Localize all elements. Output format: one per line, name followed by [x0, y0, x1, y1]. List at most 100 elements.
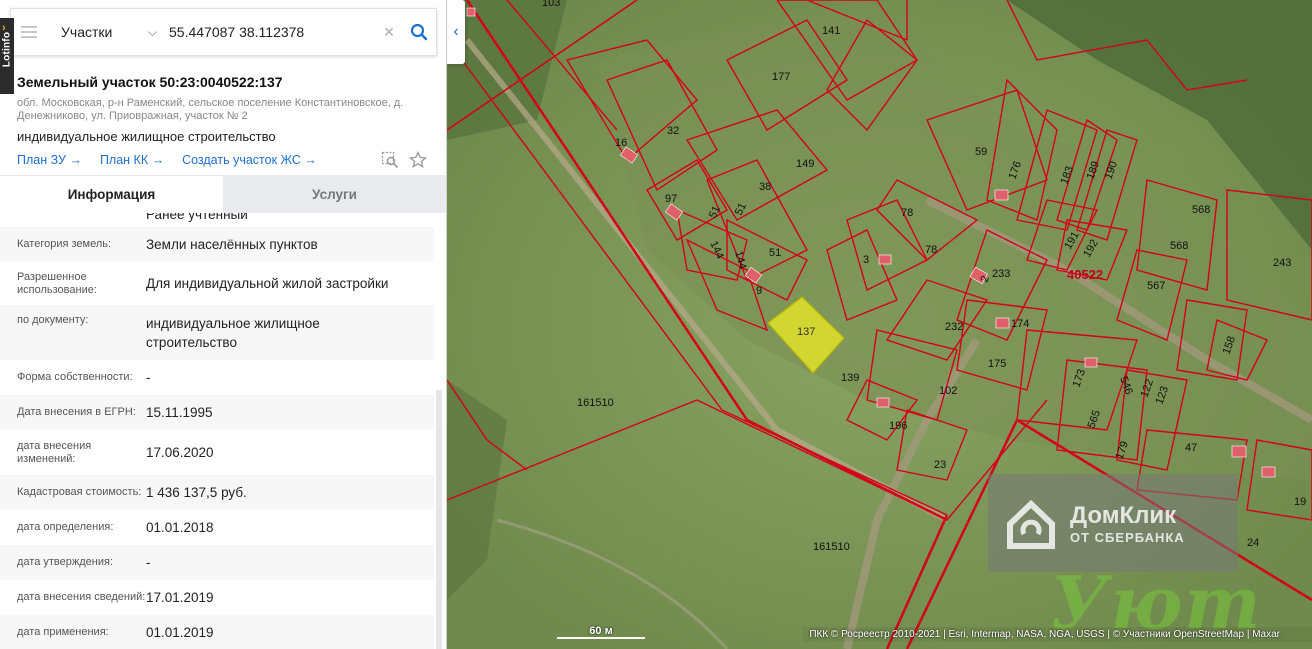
info-row: дата утверждения: -: [0, 545, 434, 580]
info-key: дата определения:: [17, 521, 114, 533]
info-value: индивидуальное жилищное строительство: [146, 316, 320, 350]
map-scale: 60 м: [557, 625, 645, 639]
parcel-label: 196: [889, 420, 907, 432]
parcel-label: 23: [934, 459, 946, 471]
info-key: Форма собственности:: [17, 371, 133, 383]
watermark-subtitle: ОТ СБЕРБАНКА: [1070, 529, 1185, 545]
info-value: 15.11.1995: [146, 405, 213, 420]
parcel-label: 141: [822, 25, 840, 37]
plan-kk-link[interactable]: План КК →: [100, 153, 164, 167]
info-value: Ранее учтенный: [146, 213, 248, 222]
info-key: по документу:: [17, 314, 89, 326]
zoom-to-plot-icon[interactable]: [381, 151, 399, 169]
parcel-label: 24: [1247, 537, 1259, 549]
star-icon[interactable]: [409, 151, 427, 169]
info-value: 01.01.2018: [146, 520, 214, 535]
parcel-label: 9: [756, 285, 762, 297]
parcel-label: 177: [772, 71, 790, 83]
parcel-label: 103: [542, 0, 560, 9]
info-key: дата применения:: [17, 626, 109, 638]
parcel-label: 149: [796, 158, 814, 170]
lotinfo-label: Lotinfo: [1, 31, 13, 68]
info-value: 01.01.2019: [146, 625, 214, 640]
parcel-label: 175: [988, 358, 1006, 370]
clear-search-button[interactable]: ×: [376, 22, 402, 43]
create-plot-link[interactable]: Создать участок ЖС →: [182, 153, 317, 167]
panel-actions: [381, 151, 427, 169]
chevron-down-icon: ⌵: [147, 24, 157, 39]
info-row: дата внесения сведений: 17.01.2019: [0, 580, 434, 615]
info-key: дата внесения изменений:: [17, 439, 92, 465]
parcel-label: 232: [945, 321, 963, 333]
info-row: Форма собственности: -: [0, 360, 434, 395]
info-value: 1 436 137,5 руб.: [146, 485, 247, 500]
quarter-label: 40522: [1067, 267, 1103, 282]
lotinfo-plugin-tab[interactable]: › Lotinfo: [0, 18, 14, 94]
plot-address: обл. Московская, р-н Раменский, сельское…: [17, 97, 404, 122]
layer-select[interactable]: Участки ⌵: [47, 24, 165, 40]
info-key: Разрешенное использование:: [17, 270, 97, 296]
plot-links: План ЗУ → План КК → Создать участок ЖС →: [17, 153, 317, 167]
plot-title: Земельный участок 50:23:0040522:137: [17, 74, 283, 90]
map-attribution: ПКК © Росреестр 2010-2021 | Esri, Interm…: [803, 627, 1312, 642]
info-row: Категория земель: Земли населённых пункт…: [0, 227, 434, 262]
info-row: Кадастровая стоимость: 1 436 137,5 руб.: [0, 475, 434, 510]
panel-tabs: Информация Услуги: [0, 175, 446, 213]
info-panel: › Lotinfo Участки ⌵ × Земельный участок …: [0, 0, 447, 649]
menu-icon[interactable]: [11, 8, 47, 56]
layer-select-value: Участки: [61, 24, 113, 40]
tab-information[interactable]: Информация: [0, 175, 223, 213]
parcel-label: 19: [1294, 496, 1306, 508]
parcel-label: 161510: [813, 541, 850, 553]
parcel-label: 97: [665, 193, 677, 205]
info-row: дата применения: 01.01.2019: [0, 615, 434, 649]
info-value: -: [146, 370, 151, 385]
info-value: -: [146, 555, 151, 570]
domclick-watermark: ДомКлик ОТ СБЕРБАНКА: [988, 474, 1238, 572]
parcel-label: 102: [939, 385, 957, 397]
info-row: по документу: индивидуальное жилищное ст…: [0, 305, 434, 360]
watermark-brand: ДомКлик: [1070, 501, 1177, 529]
parcel-label: 174: [1011, 318, 1029, 330]
info-row: Разрешенное использование: Для индивидуа…: [0, 262, 434, 305]
domclick-logo-icon: [1007, 499, 1055, 549]
parcel-label: 16: [615, 137, 627, 149]
info-list: Ранее учтенный Категория земель: Земли н…: [0, 213, 434, 649]
search-bar: Участки ⌵ ×: [10, 8, 437, 56]
info-row: Дата внесения в ЕГРН: 15.11.1995: [0, 395, 434, 430]
parcel-label: 51: [769, 247, 781, 259]
info-key: Кадастровая стоимость:: [17, 486, 142, 498]
info-value: 17.06.2020: [146, 445, 214, 460]
search-button[interactable]: [402, 23, 436, 41]
parcel-label: 161510: [577, 397, 614, 409]
info-value: Земли населённых пунктов: [146, 237, 318, 252]
scrollbar[interactable]: [436, 390, 442, 649]
plan-zu-link[interactable]: План ЗУ →: [17, 153, 82, 167]
parcel-label: 567: [1147, 280, 1165, 292]
info-key: Категория земель:: [17, 238, 112, 250]
parcel-label: 568: [1170, 240, 1188, 252]
search-icon: [410, 23, 428, 41]
parcel-label: 32: [667, 125, 679, 137]
selected-parcel-label: 137: [797, 326, 815, 338]
parcel-label: 568: [1192, 204, 1210, 216]
parcel-label: 78: [925, 244, 937, 256]
parcel-label: 233: [992, 268, 1010, 280]
tab-services[interactable]: Услуги: [223, 175, 446, 213]
parcel-label: 78: [901, 207, 913, 219]
parcel-label: 3: [863, 254, 869, 266]
collapse-panel-button[interactable]: ‹: [447, 0, 465, 64]
parcel-label: 47: [1185, 442, 1197, 454]
search-input[interactable]: [165, 24, 376, 40]
info-row: Ранее учтенный: [0, 213, 434, 227]
parcel-label: 139: [841, 372, 859, 384]
parcel-label: 243: [1273, 257, 1291, 269]
info-row: дата внесения изменений: 17.06.2020: [0, 430, 434, 475]
parcel-label: 38: [759, 181, 771, 193]
info-key: Дата внесения в ЕГРН:: [17, 406, 136, 418]
parcel-label: 59: [975, 146, 987, 158]
chevron-left-icon: ‹: [453, 23, 459, 40]
plot-purpose: индивидуальное жилищное строительство: [17, 129, 276, 144]
info-key: дата внесения сведений:: [17, 591, 146, 603]
info-value: 17.01.2019: [146, 590, 214, 605]
